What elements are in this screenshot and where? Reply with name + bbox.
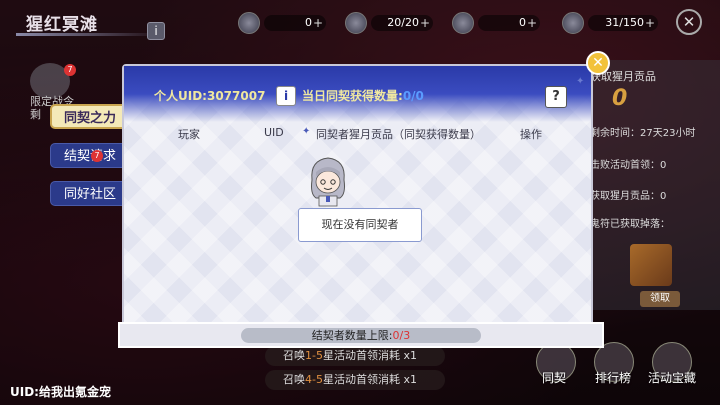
title-underline	[16, 33, 164, 36]
summon-1-prefix: 召唤	[283, 349, 305, 362]
tab-bond-power[interactable]: 同契之力	[50, 104, 130, 129]
sparkle-icon: ✦	[302, 126, 311, 137]
tab-bond-requests-label: 结契请求	[63, 149, 116, 164]
summon-1-stars: 1-5	[305, 349, 323, 362]
sparkle-icon: ✦	[576, 76, 585, 87]
daily-count-label: 当日同契获得数量:	[302, 89, 403, 103]
resource-3-value: 0	[519, 16, 526, 29]
gear-crystal-icon	[238, 12, 260, 34]
nav-leaderboard[interactable]: 排行榜	[595, 369, 631, 386]
summon-2-qty: x1	[403, 373, 417, 386]
daily-count-value: 0/0	[402, 89, 424, 103]
flower-icon	[452, 12, 474, 34]
reward-tributes: 获取猩月贡品：0	[590, 191, 667, 202]
personal-uid: 个人UID:3077007	[154, 89, 266, 103]
close-icon[interactable]: ✕	[676, 9, 702, 35]
summon-1-suffix: 星活动首领消耗	[322, 349, 400, 362]
treasure-chest-icon	[630, 244, 672, 286]
col-uid: UID	[264, 126, 284, 139]
player-uid: UID:给我出氪金宠	[10, 385, 111, 399]
summon-1-qty: x1	[403, 349, 417, 362]
bond-limit-bar: 结契者数量上限:0/3	[241, 328, 481, 343]
bond-requests-badge: 7	[91, 150, 103, 162]
page-title: 猩红冥滩	[26, 15, 98, 35]
staff-icon	[562, 12, 584, 34]
resource-1: 0 +	[238, 12, 326, 34]
nav-bond[interactable]: 同契	[542, 369, 566, 386]
add-resource-1-button[interactable]: +	[313, 15, 323, 31]
claim-button[interactable]: 领取	[640, 291, 680, 307]
summon-row-2[interactable]: 召唤4-5星活动首领消耗 x1	[265, 370, 445, 390]
summon-2-prefix: 召唤	[283, 373, 305, 386]
col-player: 玩家	[178, 128, 200, 141]
summon-row-1[interactable]: 召唤1-5星活动首领消耗 x1	[265, 346, 445, 366]
info-icon[interactable]: i	[276, 86, 296, 106]
add-resource-4-button[interactable]: +	[645, 15, 655, 31]
reward-count: 0	[612, 86, 628, 111]
reward-timer: 剩余时间：27天23小时	[590, 128, 696, 139]
bond-modal: ✦ 个人UID:3077007 i 当日同契获得数量:0/0 ? 玩家 UID …	[122, 64, 593, 326]
add-resource-3-button[interactable]: +	[527, 15, 537, 31]
empty-state-message: 现在没有同契者	[298, 208, 422, 242]
resource-2-value: 20/20	[387, 16, 419, 29]
resource-2: 20/20 +	[345, 12, 433, 34]
modal-footer: 结契者数量上限:0/3	[118, 322, 604, 348]
resource-4-value: 31/150	[605, 16, 644, 29]
reward-drops: 鬼符已获取掉落：	[590, 219, 670, 230]
battle-pass-badge: 7	[64, 64, 76, 76]
summon-2-stars: 4-5	[305, 373, 323, 386]
info-icon[interactable]: i	[147, 22, 165, 40]
bond-limit-value: 0/3	[392, 329, 411, 342]
col-tribute: 同契者猩月贡品（同契获得数量）	[316, 128, 481, 141]
reward-boss-kills: 击败活动首领：0	[590, 160, 667, 171]
resource-4: 31/150 +	[562, 12, 658, 34]
col-action: 操作	[520, 128, 542, 141]
top-bar: 猩红冥滩 i 0 + 20/20 + 0 + 31/150 + ✕	[0, 0, 720, 44]
add-resource-2-button[interactable]: +	[420, 15, 430, 31]
modal-close-icon[interactable]: ✕	[586, 51, 610, 75]
resource-1-value: 0	[305, 16, 312, 29]
chibi-character-icon	[311, 157, 345, 207]
nav-treasure[interactable]: 活动宝藏	[648, 369, 696, 386]
resource-3: 0 +	[452, 12, 540, 34]
green-orb-icon	[345, 12, 367, 34]
battle-pass-remaining: 剩	[30, 108, 41, 121]
tab-community[interactable]: 同好社区	[50, 181, 130, 206]
daily-count: 当日同契获得数量:0/0	[302, 87, 424, 104]
summon-2-suffix: 星活动首领消耗	[322, 373, 400, 386]
help-icon[interactable]: ?	[545, 86, 567, 108]
tab-bond-requests[interactable]: 结契请求	[50, 143, 130, 168]
bond-limit-label: 结契者数量上限:	[311, 329, 393, 342]
